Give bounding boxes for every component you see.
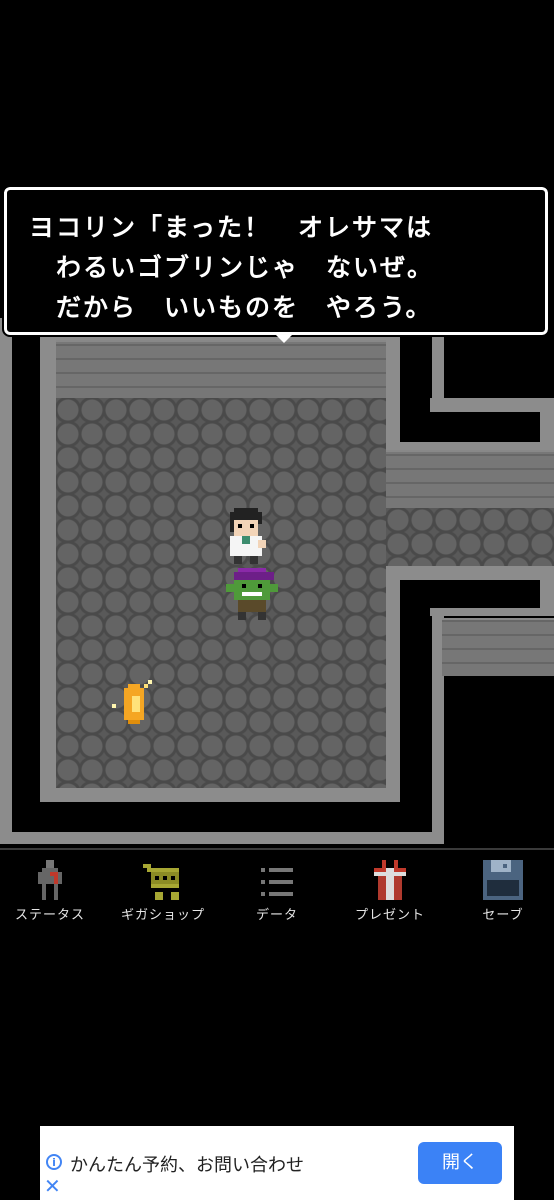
menu-shop-button[interactable]: ギガショップ [113, 860, 213, 926]
dialog-box[interactable]: ヨコリン「まった！ オレサマは わるいゴブリンじゃ ないぜ。 だから いいものを… [2, 185, 550, 343]
person-icon [38, 860, 62, 900]
cart-icon [143, 864, 179, 900]
floppy-disk-icon [483, 860, 523, 900]
bottom-menu: ステータス ギガショップ データ プレゼント セーブ [0, 848, 554, 930]
lower-right-void [444, 676, 554, 846]
lower-corridor-brick [442, 618, 554, 676]
menu-status-button[interactable]: ステータス [0, 860, 100, 926]
ad-banner[interactable]: i かんたん予約、お問い合わせ 開く ✕ [40, 1126, 514, 1200]
corridor-top-gap2 [400, 412, 540, 442]
menu-present-button[interactable]: プレゼント [340, 860, 440, 926]
ad-open-button[interactable]: 開く [418, 1142, 502, 1184]
menu-present-label: プレゼント [354, 908, 425, 923]
dialog-line-3: だから いいものを やろう。 [29, 293, 433, 322]
gold-coin-item[interactable] [112, 680, 156, 724]
list-icon [261, 868, 293, 896]
gift-icon [374, 860, 406, 900]
room-top-brick [56, 340, 386, 400]
dialog-continue-arrow-icon [273, 332, 295, 343]
goblin-sprite[interactable] [226, 568, 278, 620]
ad-info-icon[interactable]: i [46, 1154, 62, 1170]
room-floor [56, 398, 386, 788]
menu-save-button[interactable]: セーブ [453, 860, 553, 926]
corridor-floor [386, 508, 554, 566]
ad-close-icon[interactable]: ✕ [44, 1176, 61, 1196]
menu-shop-label: ギガショップ [120, 908, 205, 923]
menu-status-label: ステータス [14, 908, 85, 923]
menu-save-label: セーブ [482, 908, 524, 923]
lower-corridor-gap2 [400, 580, 430, 802]
menu-data-button[interactable]: データ [227, 860, 327, 926]
menu-data-label: データ [255, 908, 298, 923]
dialog-line-1: ヨコリン「まった！ オレサマは [29, 213, 434, 242]
ad-text: かんたん予約、お問い合わせ [70, 1155, 304, 1176]
dialog-line-2: わるいゴブリンじゃ ないぜ。 [29, 253, 435, 282]
corridor-brick [386, 450, 554, 510]
hero-sprite[interactable] [222, 508, 270, 564]
